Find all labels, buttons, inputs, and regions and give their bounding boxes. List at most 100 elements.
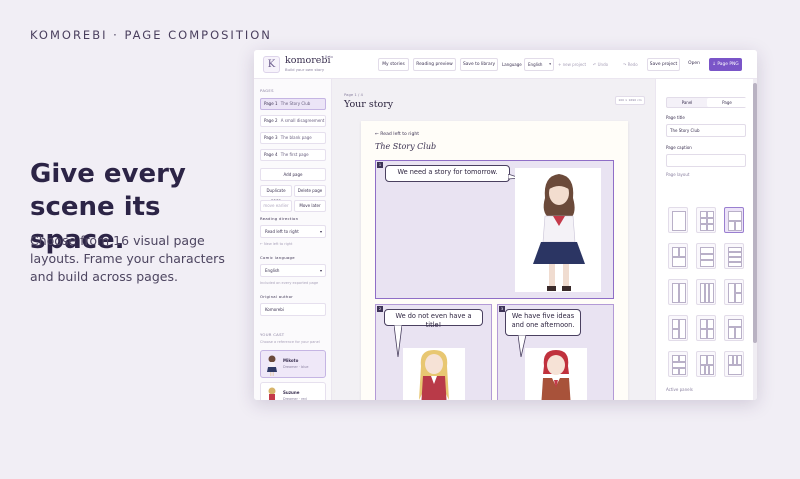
layout-option-2[interactable] bbox=[696, 207, 716, 233]
language-label: Language bbox=[502, 62, 522, 67]
layout-option-7[interactable] bbox=[668, 279, 688, 305]
redo-button[interactable]: ↷ Redo bbox=[623, 62, 638, 67]
layout-option-11[interactable] bbox=[696, 315, 716, 341]
cast-card-mikoto[interactable]: Mikoto Dreamer · blue bbox=[260, 350, 326, 378]
layout-cell bbox=[700, 224, 707, 231]
export-png-button[interactable]: ↓ Page PNG bbox=[709, 58, 742, 71]
layout-cell bbox=[735, 283, 742, 293]
layout-cell bbox=[707, 217, 714, 225]
duplicate-page-button[interactable]: Duplicate page bbox=[260, 185, 292, 203]
speech-bubble[interactable]: We do not even have a title! bbox=[384, 309, 483, 329]
move-earlier-button[interactable]: move earlier bbox=[260, 200, 292, 212]
layout-cell bbox=[679, 283, 686, 303]
comic-language-select[interactable]: English ▾ bbox=[260, 264, 326, 277]
layout-cell bbox=[700, 217, 707, 225]
layout-cell bbox=[728, 211, 742, 221]
tab-page[interactable]: Page bbox=[707, 98, 747, 107]
page-caption-label: Page caption bbox=[666, 145, 692, 150]
app-name: komorebi bbox=[285, 55, 331, 66]
comic-panel-1[interactable]: 1 We need a story for tomorrow. bbox=[375, 160, 614, 299]
inspector-panel: Panel Page Page title The Story Club Pag… bbox=[655, 79, 753, 400]
cast-card-suzune[interactable]: Suzune Dreamer · red bbox=[260, 382, 326, 400]
layout-option-15[interactable] bbox=[724, 351, 744, 377]
layout-cell bbox=[707, 319, 714, 329]
new-project-link[interactable]: + new project bbox=[558, 62, 586, 67]
layout-cell bbox=[700, 329, 707, 339]
layout-option-5[interactable] bbox=[696, 243, 716, 269]
layout-cell bbox=[672, 319, 679, 329]
layout-cell bbox=[700, 319, 707, 329]
page-layout-label: Page layout bbox=[666, 172, 690, 177]
save-to-library-button[interactable]: Save to library bbox=[460, 58, 498, 71]
character-art-redhead bbox=[525, 348, 587, 400]
reading-direction-select[interactable]: Read left to right ▾ bbox=[260, 225, 326, 238]
layout-option-3[interactable] bbox=[724, 207, 744, 233]
layout-option-10[interactable] bbox=[668, 315, 688, 341]
layout-cell bbox=[707, 224, 714, 231]
layout-cell bbox=[672, 368, 679, 375]
delete-page-button[interactable]: Delete page bbox=[294, 185, 326, 197]
original-author-input[interactable]: Komorebi bbox=[260, 303, 326, 316]
page-caption-input[interactable] bbox=[666, 154, 746, 167]
move-later-button[interactable]: Move later bbox=[294, 200, 326, 212]
save-project-button[interactable]: Save project bbox=[647, 58, 680, 71]
page-item-1[interactable]: Page 1 The Story Club bbox=[260, 98, 326, 110]
comic-language-note: Included on every exported page bbox=[260, 281, 319, 285]
layout-cell bbox=[679, 355, 686, 362]
layout-cell bbox=[707, 329, 714, 339]
reading-preview-button[interactable]: Reading preview bbox=[413, 58, 456, 71]
layout-option-13[interactable] bbox=[668, 351, 688, 377]
scrollbar[interactable] bbox=[753, 79, 757, 400]
page-item-number: Page 2 bbox=[264, 118, 278, 123]
active-panels-label: Active panels bbox=[666, 387, 693, 392]
my-stories-button[interactable]: My stories bbox=[378, 58, 409, 71]
tab-panel[interactable]: Panel bbox=[667, 98, 707, 107]
layout-cell bbox=[679, 319, 686, 339]
cast-role: Dreamer · blue bbox=[283, 365, 309, 369]
layout-option-8[interactable] bbox=[696, 279, 716, 305]
cast-section-label: YOUR CAST bbox=[260, 332, 285, 337]
comic-panel-3[interactable]: 3 We have five ideas and one afternoon. bbox=[497, 304, 614, 400]
layout-cell bbox=[700, 260, 714, 267]
add-page-button[interactable]: Add page bbox=[260, 168, 326, 181]
inspector-tabs: Panel Page bbox=[666, 97, 747, 108]
layout-cell bbox=[672, 283, 679, 303]
page-title-value: The Story Club bbox=[670, 128, 700, 133]
layout-option-4[interactable] bbox=[668, 243, 688, 269]
character-thumbnail bbox=[268, 387, 276, 400]
page-item-3[interactable]: Page 3 The blank page bbox=[260, 132, 326, 144]
layout-option-12[interactable] bbox=[724, 315, 744, 341]
app-topbar: K komorebi Beta Build your own story My … bbox=[254, 50, 757, 79]
speech-bubble[interactable]: We need a story for tomorrow. bbox=[385, 165, 510, 182]
page-item-number: Page 3 bbox=[264, 135, 278, 140]
layout-cell bbox=[700, 355, 707, 365]
page-item-number: Page 4 bbox=[264, 152, 278, 157]
speech-bubble[interactable]: We have five ideas and one afternoon. bbox=[505, 309, 581, 336]
language-select[interactable]: English ▾ bbox=[524, 58, 554, 71]
layout-cell bbox=[728, 319, 742, 327]
layout-cell bbox=[672, 247, 679, 257]
hero-subcopy: Choose from 16 visual page layouts. Fram… bbox=[30, 233, 225, 284]
page-item-4[interactable]: Page 4 The first page bbox=[260, 149, 326, 161]
page-title-input[interactable]: The Story Club bbox=[666, 124, 746, 137]
comic-panel-2[interactable]: 2 We do not even have a title! bbox=[375, 304, 492, 400]
layout-cell bbox=[737, 355, 742, 365]
layout-option-1[interactable] bbox=[668, 207, 688, 233]
reading-direction-label: Reading direction bbox=[260, 216, 299, 221]
layout-cell bbox=[707, 211, 714, 218]
page-item-2[interactable]: Page 2 A small disagreement bbox=[260, 115, 326, 127]
layout-option-6[interactable] bbox=[724, 243, 744, 269]
layout-cell bbox=[735, 293, 742, 303]
story-title: The Story Club bbox=[375, 142, 437, 151]
layout-option-9[interactable] bbox=[724, 279, 744, 305]
scrollbar-thumb[interactable] bbox=[753, 83, 757, 343]
undo-button[interactable]: ↶ Undo bbox=[593, 62, 608, 67]
chevron-down-icon: ▾ bbox=[319, 229, 322, 234]
panel-number: 2 bbox=[377, 306, 383, 312]
layout-option-14[interactable] bbox=[696, 351, 716, 377]
layout-cell bbox=[728, 221, 735, 231]
page-item-title: The Story Club bbox=[280, 101, 311, 106]
open-button[interactable]: Open bbox=[684, 58, 704, 71]
logo-icon: K bbox=[263, 56, 280, 73]
pages-section-label: PAGES bbox=[260, 88, 274, 93]
